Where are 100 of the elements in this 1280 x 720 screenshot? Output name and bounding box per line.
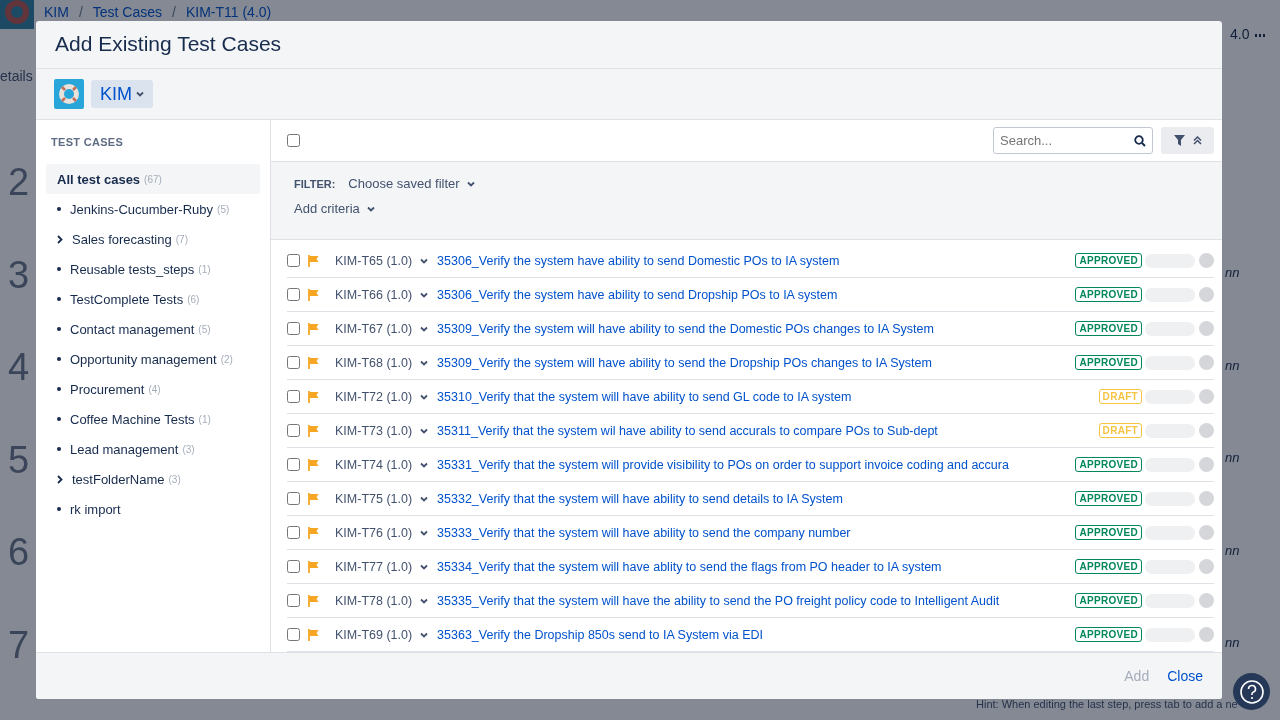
collapse-icon — [1192, 136, 1202, 145]
avatar-icon — [1199, 627, 1214, 642]
avatar-icon — [1199, 593, 1214, 608]
status-badge: APPROVED — [1075, 321, 1142, 336]
step-number: 4 — [8, 345, 30, 389]
test-case-link[interactable]: 35309_Verify the system will have ability to send the Dropship POs changes to IA System — [437, 355, 1072, 370]
tab-label[interactable]: etails — [0, 68, 33, 84]
folder-item[interactable]: Coffee Machine Tests (1) — [46, 404, 260, 434]
sidebar-heading: TEST CASES — [51, 136, 125, 148]
row-checkbox[interactable] — [287, 356, 300, 369]
step-text: nn — [1225, 450, 1240, 466]
chevron-down-icon — [136, 91, 144, 97]
folder-count: (3) — [168, 473, 181, 485]
folder-item[interactable]: rk import — [46, 494, 260, 524]
avatar-icon — [1199, 559, 1214, 574]
avatar-icon — [1199, 525, 1214, 540]
row-checkbox[interactable] — [287, 424, 300, 437]
flag-icon — [308, 458, 319, 471]
avatar-icon — [1199, 287, 1214, 302]
folder-count: (67) — [144, 173, 162, 185]
test-case-link[interactable]: 35306_Verify the system have ability to send Domestic POs to IA system — [437, 253, 1072, 268]
folder-item[interactable]: Lead management (3) — [46, 434, 260, 464]
test-case-link[interactable]: 35334_Verify that the system will have ablity to send the flags from PO header to IA system — [437, 559, 1072, 574]
avatar-icon — [1199, 457, 1214, 472]
test-case-key: KIM-T75 (1.0) — [335, 491, 413, 506]
bullet-icon — [57, 267, 61, 271]
test-case-link[interactable]: 35310_Verify that the system will have ability to send GL code to IA system — [437, 389, 1095, 404]
test-case-key: KIM-T76 (1.0) — [335, 525, 413, 540]
hint-text: Hint: When editing the last step, press tab to add a ne — [976, 698, 1238, 710]
step-text: nn — [1225, 635, 1240, 651]
test-case-key: KIM-T69 (1.0) — [335, 627, 413, 642]
search-field[interactable]: Search... — [993, 127, 1153, 154]
test-case-link[interactable]: 35331_Verify that the system will provide visibility to POs on order to support invoice coding and accura — [437, 457, 1072, 472]
flag-icon — [308, 322, 319, 335]
test-case-key: KIM-T77 (1.0) — [335, 559, 413, 574]
step-text: nn — [1225, 357, 1240, 373]
avatar-icon — [1199, 423, 1214, 438]
search-icon — [1134, 135, 1146, 147]
flag-icon — [308, 628, 319, 641]
folder-count: (1) — [198, 263, 211, 275]
row-checkbox[interactable] — [287, 594, 300, 607]
test-case-link[interactable]: 35333_Verify that the system will have ability to send the company number — [437, 525, 1072, 540]
folder-item[interactable]: Procurement (4) — [46, 374, 260, 404]
row-checkbox[interactable] — [287, 492, 300, 505]
bullet-icon — [57, 297, 61, 301]
row-checkbox[interactable] — [287, 288, 300, 301]
step-number: 2 — [8, 160, 30, 204]
breadcrumb-link[interactable]: KIM-T11 (4.0) — [185, 4, 272, 20]
flag-icon — [308, 560, 319, 573]
row-checkbox[interactable] — [287, 526, 300, 539]
row-checkbox[interactable] — [287, 322, 300, 335]
avatar-icon — [1199, 355, 1214, 370]
breadcrumb-link[interactable]: KIM — [44, 4, 69, 20]
test-case-link[interactable]: 35363_Verify the Dropship 850s send to IA System via EDI — [437, 627, 1072, 642]
folder-item[interactable]: TestComplete Tests (6) — [46, 284, 260, 314]
filter-label: FILTER: — [294, 177, 336, 190]
folder-count: (5) — [217, 203, 230, 215]
row-checkbox[interactable] — [287, 254, 300, 267]
step-number: 5 — [8, 437, 30, 482]
test-case-key: KIM-T68 (1.0) — [335, 355, 413, 370]
folder-item[interactable]: Jenkins-Cucumber-Ruby (5) — [46, 194, 260, 224]
folder-item[interactable]: Reusable tests_steps (1) — [46, 254, 260, 284]
folder-item[interactable]: Sales forecasting (7) — [46, 224, 260, 254]
avatar-icon — [1199, 321, 1214, 336]
folder-item[interactable]: testFolderName (3) — [46, 464, 260, 494]
test-case-key: KIM-T72 (1.0) — [335, 389, 413, 404]
chevron-down-icon — [420, 461, 429, 468]
test-case-link[interactable]: 35306_Verify the system have ability to send Dropship POs to IA system — [437, 287, 1072, 302]
filter-toggle-button[interactable] — [1161, 127, 1214, 154]
test-case-link[interactable]: 35311_Verify that the system wil have ability to send accurals to compare POs to Sub-dept — [437, 423, 1095, 438]
avatar-icon — [1199, 389, 1214, 404]
folder-item[interactable]: Opportunity management (2) — [46, 344, 260, 374]
bullet-icon — [57, 357, 61, 361]
bullet-icon — [57, 447, 61, 451]
test-case-link[interactable]: 35335_Verify that the system will have the ability to send the PO freight policy code to Intelligent Audit — [437, 593, 1072, 608]
bullet-icon — [57, 417, 61, 421]
project-dropdown[interactable]: KIM — [91, 80, 153, 108]
select-all-checkbox[interactable] — [287, 134, 300, 147]
saved-filter-dropdown[interactable]: Choose saved filter — [348, 176, 475, 191]
step-number: 3 — [8, 252, 30, 297]
status-badge: DRAFT — [1098, 423, 1142, 438]
test-case-key: KIM-T74 (1.0) — [335, 457, 413, 472]
row-checkbox[interactable] — [287, 628, 300, 641]
flag-icon — [308, 390, 319, 403]
flag-icon — [308, 254, 319, 267]
folder-count: (6) — [187, 293, 200, 305]
row-checkbox[interactable] — [287, 390, 300, 403]
folder-item[interactable]: All test cases (67) — [46, 164, 260, 194]
row-checkbox[interactable] — [287, 560, 300, 573]
bullet-icon — [57, 387, 61, 391]
test-case-link[interactable]: 35332_Verify that the system will have ability to send details to IA System — [437, 491, 1072, 506]
row-checkbox[interactable] — [287, 458, 300, 471]
add-criteria-dropdown[interactable]: Add criteria — [294, 201, 375, 216]
folder-item[interactable]: Contact management (5) — [46, 314, 260, 344]
close-button[interactable]: Close — [1162, 664, 1208, 688]
chevron-down-icon — [420, 257, 429, 264]
avatar-icon — [1199, 491, 1214, 506]
test-case-key: KIM-T65 (1.0) — [335, 253, 413, 268]
test-case-link[interactable]: 35309_Verify the system will have ability to send the Domestic POs changes to IA System — [437, 321, 1072, 336]
step-text: nn — [1225, 265, 1240, 281]
